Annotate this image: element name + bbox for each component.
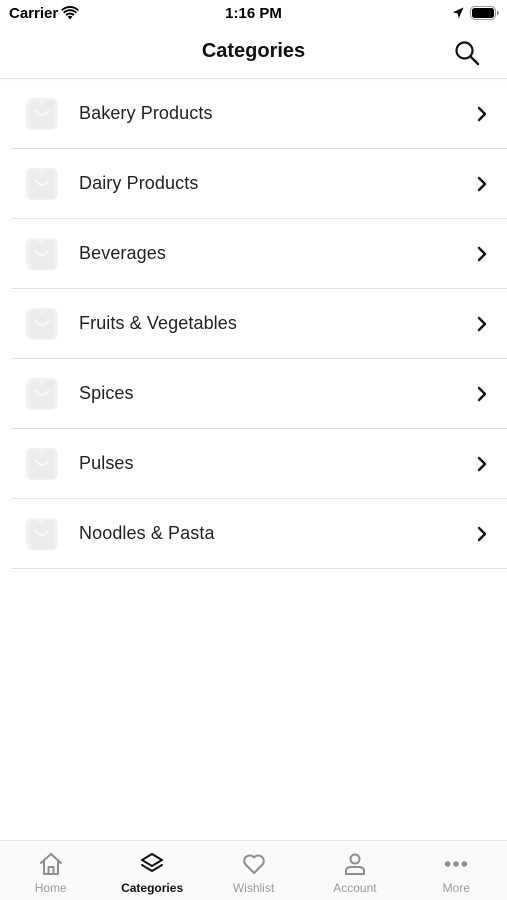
- category-thumbnail: [26, 448, 58, 480]
- category-label: Spices: [79, 383, 134, 403]
- navigation-bar: Categories: [0, 28, 507, 79]
- layers-icon: [141, 853, 164, 872]
- category-thumbnail: [26, 168, 58, 200]
- location-arrow-icon: [452, 7, 464, 19]
- tab-label: Account: [333, 881, 377, 895]
- home-icon: [39, 853, 62, 875]
- chevron-right-icon: [477, 526, 487, 542]
- chevron-right-icon: [477, 316, 487, 332]
- category-list: Bakery Products Dairy Products Beverages…: [0, 79, 507, 569]
- category-label: Noodles & Pasta: [79, 523, 215, 543]
- tab-label: Wishlist: [232, 881, 275, 895]
- tab-bar: Home Categories Wishlist Account More: [0, 840, 507, 900]
- category-label: Beverages: [79, 243, 166, 263]
- category-row-spices[interactable]: Spices: [11, 359, 507, 429]
- category-thumbnail: [26, 308, 58, 340]
- category-label: Fruits & Vegetables: [79, 313, 237, 333]
- chevron-right-icon: [477, 246, 487, 262]
- category-row-dairy-products[interactable]: Dairy Products: [11, 149, 507, 219]
- search-button[interactable]: [452, 38, 482, 68]
- category-label: Bakery Products: [79, 103, 213, 123]
- category-row-noodles-pasta[interactable]: Noodles & Pasta: [11, 499, 507, 569]
- category-thumbnail: [26, 98, 58, 130]
- heart-icon: [242, 854, 265, 874]
- user-icon: [344, 853, 365, 875]
- tab-wishlist[interactable]: Wishlist: [203, 841, 304, 900]
- category-label: Dairy Products: [79, 173, 199, 193]
- search-icon: [455, 41, 480, 66]
- tab-label: More: [442, 881, 470, 895]
- tab-label: Categories: [121, 881, 184, 895]
- category-row-bakery-products[interactable]: Bakery Products: [11, 79, 507, 149]
- status-time: 1:16 PM: [225, 5, 282, 22]
- chevron-right-icon: [477, 106, 487, 122]
- category-thumbnail: [26, 378, 58, 410]
- chevron-right-icon: [477, 176, 487, 192]
- tab-home[interactable]: Home: [0, 841, 101, 900]
- categories-screen: Carrier 1:16 PM Categories Bakery Produc…: [0, 0, 507, 900]
- chevron-right-icon: [477, 456, 487, 472]
- more-icon: [445, 861, 468, 867]
- status-bar: Carrier 1:16 PM: [0, 0, 507, 28]
- page-title: Categories: [201, 40, 306, 62]
- category-row-beverages[interactable]: Beverages: [11, 219, 507, 289]
- tab-account[interactable]: Account: [304, 841, 405, 900]
- category-thumbnail: [26, 518, 58, 550]
- tab-more[interactable]: More: [406, 841, 507, 900]
- battery-icon: [470, 6, 499, 20]
- tab-categories[interactable]: Categories: [101, 841, 202, 900]
- category-thumbnail: [26, 238, 58, 270]
- category-row-pulses[interactable]: Pulses: [11, 429, 507, 499]
- tab-label: Home: [34, 881, 67, 895]
- category-label: Pulses: [79, 453, 134, 473]
- category-row-fruits-vegetables[interactable]: Fruits & Vegetables: [11, 289, 507, 359]
- chevron-right-icon: [477, 386, 487, 402]
